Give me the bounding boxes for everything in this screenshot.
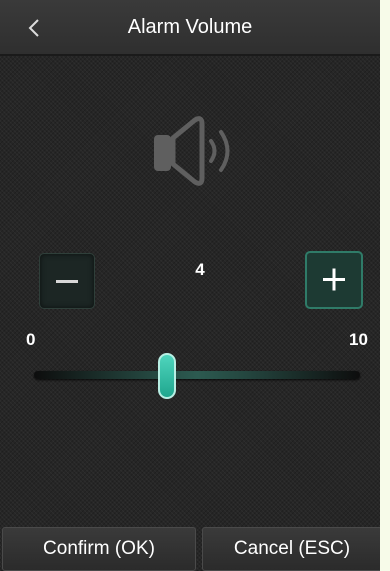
slider-min-label: 0 — [26, 330, 36, 349]
cancel-button[interactable]: Cancel (ESC) — [202, 527, 380, 571]
plus-icon — [323, 268, 345, 291]
volume-slider-thumb[interactable] — [157, 353, 176, 399]
volume-slider-track[interactable] — [34, 371, 360, 379]
page-title: Alarm Volume — [127, 16, 253, 38]
confirm-button-label: Confirm (OK) — [43, 538, 155, 559]
volume-decrease-button[interactable] — [39, 253, 95, 309]
alarm-volume-screen: Alarm Volume 4 0 10 Confirm (OK) Cancel … — [0, 0, 380, 571]
slider-max-label: 10 — [349, 330, 368, 349]
speaker-volume-icon — [154, 116, 230, 186]
minus-icon — [56, 280, 78, 283]
header-bar: Alarm Volume — [0, 0, 380, 56]
volume-value: 4 — [195, 260, 205, 279]
volume-increase-button[interactable] — [305, 251, 363, 309]
cancel-button-label: Cancel (ESC) — [233, 538, 351, 559]
confirm-button[interactable]: Confirm (OK) — [2, 527, 196, 571]
